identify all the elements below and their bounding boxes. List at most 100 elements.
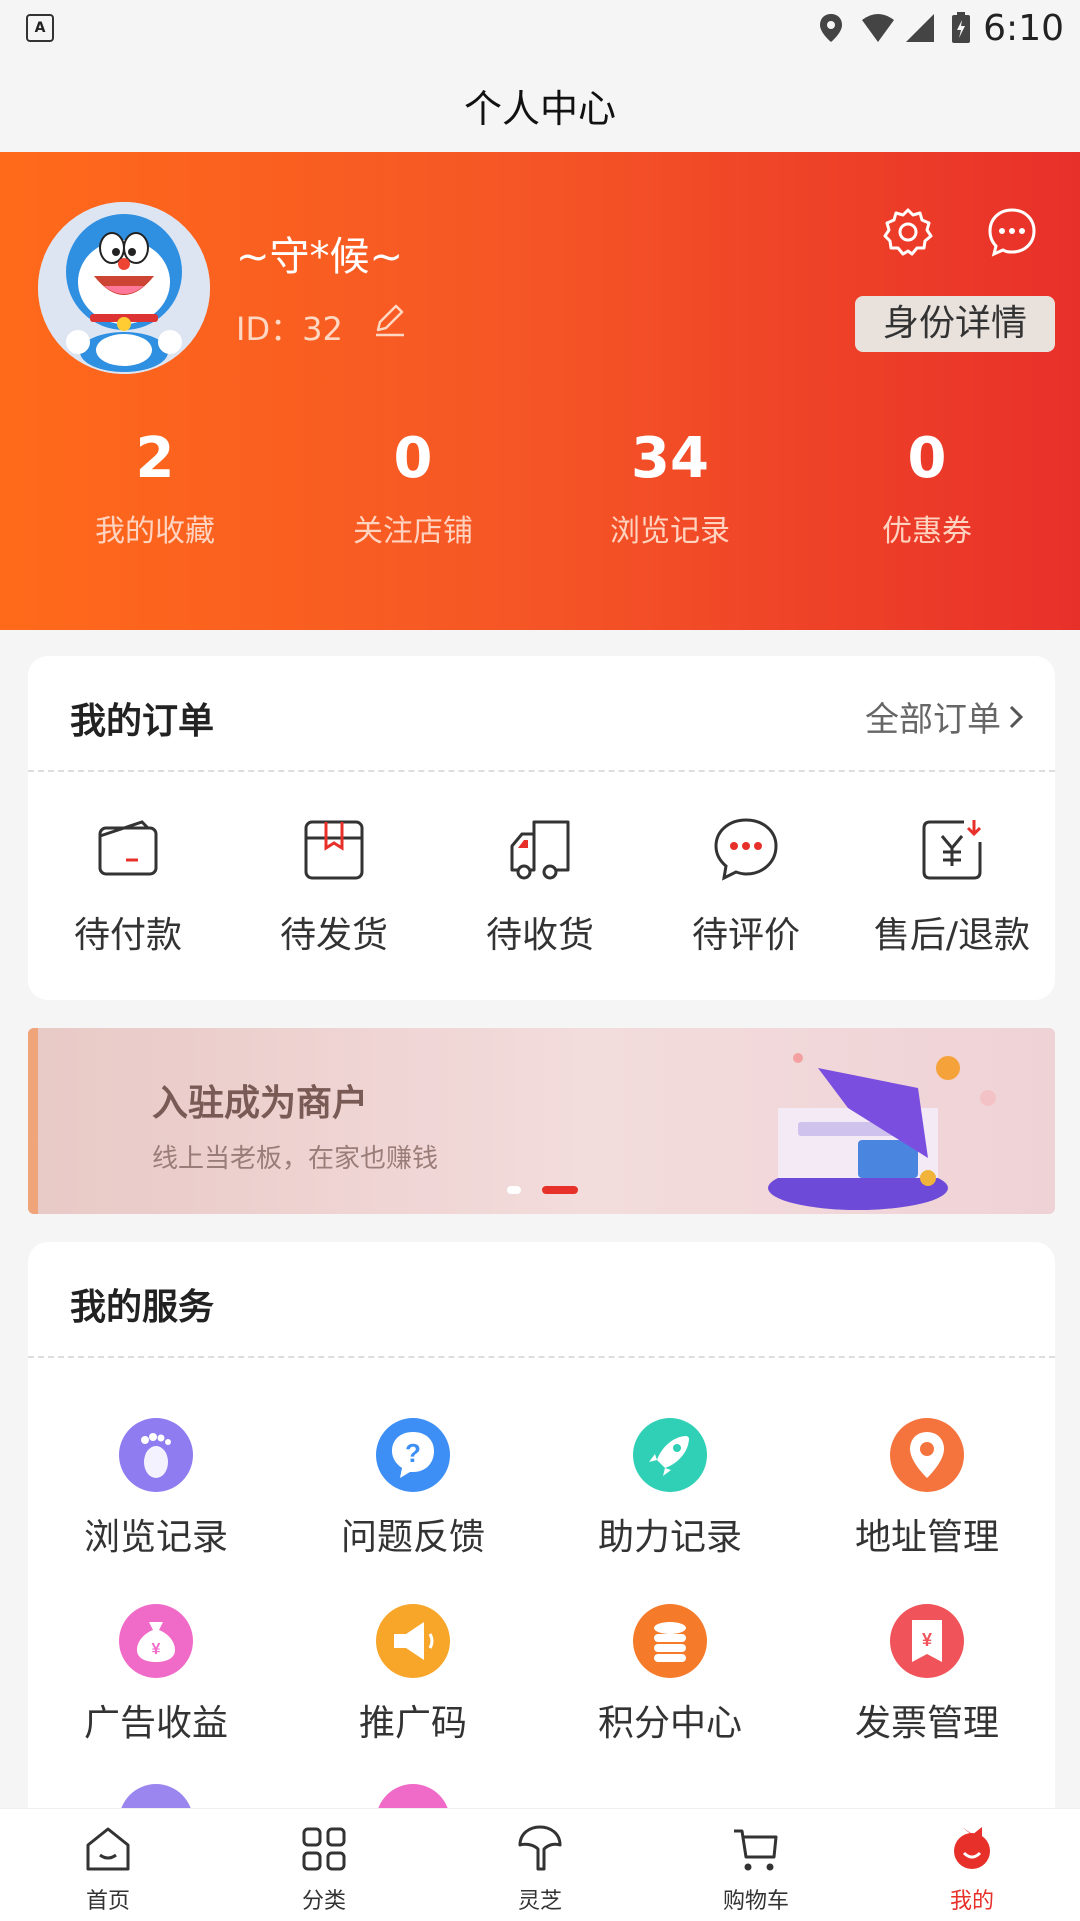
- stat-favorites[interactable]: 2 我的收藏: [25, 424, 285, 550]
- stat-followed-shops[interactable]: 0 关注店铺: [283, 424, 543, 550]
- tab-home[interactable]: 首页: [0, 1809, 216, 1921]
- stat-coupons[interactable]: 0 优惠券: [797, 424, 1057, 550]
- truck-icon: [510, 820, 570, 880]
- stat-label: 优惠券: [882, 514, 972, 549]
- svg-text:¥: ¥: [922, 1630, 932, 1650]
- home-icon: [86, 1827, 130, 1871]
- chevron-right-icon: [1009, 705, 1024, 728]
- cart-icon: [734, 1829, 778, 1871]
- service-invoice-management[interactable]: ¥ 发票管理: [799, 1604, 1055, 1746]
- tab-label: 我的: [949, 1889, 994, 1914]
- battery-icon: [952, 12, 970, 43]
- service-address-management[interactable]: 地址管理: [799, 1418, 1055, 1560]
- location-status-icon: [820, 14, 842, 42]
- tab-category[interactable]: 分类: [216, 1809, 432, 1921]
- refund-icon: [922, 820, 982, 880]
- order-pending-shipment[interactable]: 待发货: [234, 814, 434, 958]
- rocket-icon: [633, 1418, 707, 1492]
- gift-box-illustration: [768, 1053, 996, 1210]
- banner-title: 入驻成为商户: [152, 1083, 369, 1124]
- order-label: 待收货: [485, 915, 594, 956]
- service-browse-history[interactable]: 浏览记录: [28, 1418, 284, 1560]
- service-points-center[interactable]: 积分中心: [542, 1604, 798, 1746]
- keyboard-indicator-icon: A: [26, 14, 54, 42]
- service-feedback[interactable]: ? 问题反馈: [285, 1418, 541, 1560]
- gear-icon[interactable]: [882, 206, 934, 258]
- orders-card: 我的订单 全部订单 待付款 待发货 待收货 待评价 售后/退款: [28, 656, 1055, 1000]
- service-promo-code[interactable]: 推广码: [285, 1604, 541, 1746]
- banner-stripe: [28, 1028, 38, 1214]
- megaphone-icon: [376, 1604, 450, 1678]
- services-card: 我的服务 浏览记录 ? 问题反馈 助力记录 地址管理 ¥ 广告收益 推广码 积分…: [28, 1242, 1055, 1882]
- message-icon[interactable]: [986, 206, 1038, 258]
- profile-icon: [954, 1827, 990, 1869]
- divider: [28, 770, 1055, 772]
- avatar[interactable]: [38, 202, 210, 374]
- stat-value: 0: [907, 426, 947, 491]
- footprint-icon: [119, 1418, 193, 1492]
- stat-value: 2: [135, 426, 175, 491]
- question-icon: ?: [376, 1418, 450, 1492]
- services-title: 我的服务: [70, 1287, 215, 1328]
- svg-text:¥: ¥: [152, 1641, 161, 1658]
- tab-label: 灵芝: [517, 1889, 562, 1914]
- stat-label: 我的收藏: [95, 514, 215, 549]
- comment-icon: [714, 818, 778, 881]
- wifi-icon: [862, 14, 894, 42]
- user-id: ID：32: [236, 310, 343, 348]
- location-icon: [890, 1418, 964, 1492]
- service-label: 助力记录: [597, 1517, 742, 1558]
- status-bar: A 6:10: [0, 0, 1080, 56]
- svg-text:?: ?: [405, 1438, 421, 1468]
- coins-icon: [633, 1604, 707, 1678]
- banner-subtitle: 线上当老板，在家也赚钱: [152, 1144, 439, 1174]
- moneybag-icon: ¥: [119, 1604, 193, 1678]
- order-pending-receipt[interactable]: 待收货: [440, 814, 640, 958]
- order-pending-review[interactable]: 待评价: [646, 814, 846, 958]
- all-orders-label: 全部订单: [865, 700, 1001, 740]
- avatar-image: [38, 202, 210, 374]
- stat-browse-history[interactable]: 34 浏览记录: [540, 424, 800, 550]
- all-orders-link[interactable]: 全部订单: [865, 692, 1031, 741]
- service-label: 积分中心: [597, 1703, 742, 1744]
- merchant-banner[interactable]: 入驻成为商户 线上当老板，在家也赚钱: [28, 1028, 1055, 1214]
- tab-label: 购物车: [722, 1889, 789, 1914]
- service-boost-record[interactable]: 助力记录: [542, 1418, 798, 1560]
- identity-details-button[interactable]: 身份详情: [855, 296, 1055, 352]
- tab-label: 首页: [85, 1889, 130, 1914]
- tab-label: 分类: [301, 1889, 346, 1914]
- orders-title: 我的订单: [70, 701, 215, 742]
- carousel-dot-active[interactable]: [542, 1186, 578, 1194]
- page-header: 个人中心: [0, 56, 1080, 152]
- order-label: 待发货: [279, 915, 388, 956]
- tab-cart[interactable]: 购物车: [648, 1809, 864, 1921]
- stat-label: 浏览记录: [610, 514, 730, 549]
- signal-icon: [906, 14, 934, 42]
- order-after-sales[interactable]: 售后/退款: [852, 814, 1052, 958]
- order-label: 售后/退款: [873, 915, 1031, 956]
- carousel-dot[interactable]: [507, 1186, 521, 1194]
- box-icon: [304, 820, 364, 880]
- service-label: 问题反馈: [340, 1517, 485, 1558]
- service-label: 地址管理: [854, 1517, 999, 1558]
- service-label: 广告收益: [83, 1703, 228, 1744]
- tab-lingzhi[interactable]: 灵芝: [432, 1809, 648, 1921]
- tab-profile[interactable]: 我的: [864, 1809, 1080, 1921]
- order-label: 待付款: [73, 915, 182, 956]
- divider: [28, 1356, 1055, 1358]
- stat-value: 34: [631, 426, 709, 491]
- order-pending-payment[interactable]: 待付款: [28, 814, 228, 958]
- clock: 6:10: [983, 8, 1064, 49]
- service-label: 浏览记录: [83, 1517, 228, 1558]
- invoice-icon: ¥: [890, 1604, 964, 1678]
- service-label: 推广码: [358, 1703, 467, 1744]
- bottom-tab-bar: 首页 分类 灵芝 购物车 我的: [0, 1808, 1080, 1921]
- wallet-icon: [98, 820, 158, 876]
- mushroom-icon: [518, 1825, 562, 1871]
- service-label: 发票管理: [854, 1703, 999, 1744]
- stat-label: 关注店铺: [353, 514, 473, 549]
- edit-icon[interactable]: [372, 302, 408, 338]
- profile-panel: ~守*候~ ID：32 身份详情 2 我的收藏 0 关注店铺 34 浏览记录 0…: [0, 152, 1080, 630]
- category-icon: [302, 1827, 346, 1871]
- service-ad-revenue[interactable]: ¥ 广告收益: [28, 1604, 284, 1746]
